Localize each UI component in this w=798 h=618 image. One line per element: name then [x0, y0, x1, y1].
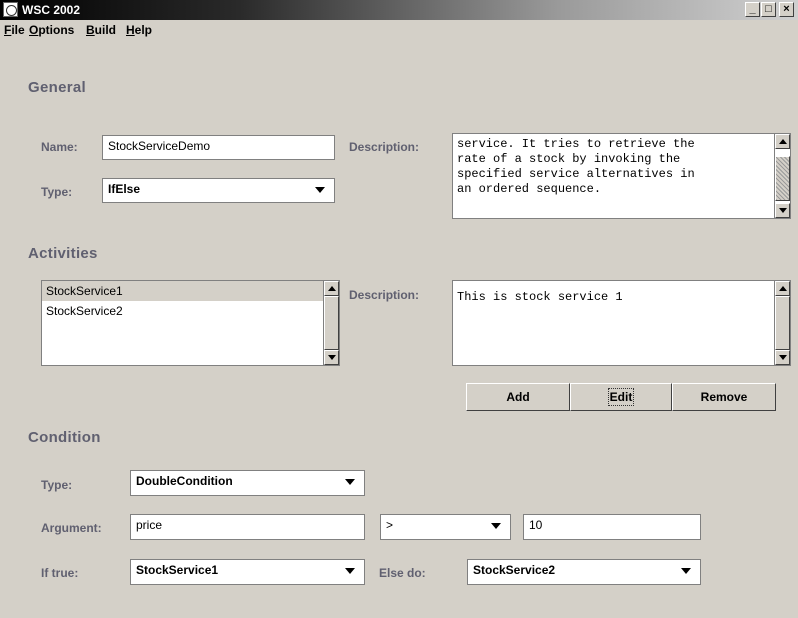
- remove-button-label: Remove: [700, 390, 748, 404]
- else-do-value: StockService2: [473, 563, 556, 577]
- menu-options[interactable]: Options: [29, 23, 74, 37]
- scroll-thumb[interactable]: [775, 296, 790, 350]
- scroll-down-icon[interactable]: [324, 350, 339, 365]
- vertical-scrollbar[interactable]: [774, 134, 790, 218]
- vertical-scrollbar[interactable]: [774, 281, 790, 365]
- type-label: Type:: [41, 185, 73, 199]
- type-combo[interactable]: IfElse: [102, 178, 335, 203]
- menu-file[interactable]: File: [4, 23, 25, 37]
- description-line: rate of a stock by invoking the: [457, 152, 681, 166]
- condition-type-value: DoubleCondition: [136, 474, 233, 488]
- maximize-icon[interactable]: □: [761, 2, 776, 17]
- chevron-down-icon: [681, 568, 691, 574]
- scroll-down-icon[interactable]: [775, 203, 790, 218]
- window-title: WSC 2002: [22, 3, 81, 17]
- operator-combo[interactable]: >: [380, 514, 511, 540]
- if-true-label: If true:: [41, 566, 79, 580]
- scroll-down-icon[interactable]: [775, 350, 790, 365]
- list-item[interactable]: StockService2: [42, 301, 339, 321]
- chevron-down-icon: [345, 568, 355, 574]
- else-do-combo[interactable]: StockService2: [467, 559, 701, 585]
- title-bar[interactable]: WSC 2002 _ □ ×: [0, 0, 798, 20]
- operator-value: >: [386, 518, 394, 532]
- menu-bar: File Options Build Help: [0, 20, 798, 40]
- add-button-label: Add: [506, 390, 530, 404]
- java-cup-icon: [3, 2, 18, 17]
- general-heading: General: [28, 79, 86, 96]
- scroll-thumb[interactable]: [775, 156, 790, 201]
- list-item[interactable]: StockService1: [42, 281, 339, 301]
- chevron-down-icon: [491, 523, 501, 529]
- compare-value-field[interactable]: 10: [523, 514, 701, 540]
- condition-heading: Condition: [28, 429, 101, 446]
- else-do-label: Else do:: [379, 566, 426, 580]
- activities-list[interactable]: StockService1 StockService2: [41, 280, 340, 366]
- close-icon[interactable]: ×: [779, 2, 794, 17]
- vertical-scrollbar[interactable]: [323, 281, 339, 365]
- argument-label: Argument:: [41, 521, 102, 535]
- description-line: an ordered sequence.: [457, 182, 602, 196]
- edit-button[interactable]: Edit: [570, 383, 672, 411]
- activity-description-label: Description:: [349, 288, 420, 302]
- name-label: Name:: [41, 140, 78, 154]
- name-field[interactable]: StockServiceDemo: [102, 135, 335, 160]
- chevron-down-icon: [345, 479, 355, 485]
- description-line: specified service alternatives in: [457, 167, 695, 181]
- menu-build[interactable]: Build: [86, 23, 116, 37]
- activity-description-textarea[interactable]: This is stock service 1: [452, 280, 791, 366]
- remove-button[interactable]: Remove: [672, 383, 776, 411]
- menu-help[interactable]: Help: [126, 23, 152, 37]
- general-description-textarea[interactable]: service. It tries to retrieve the rate o…: [452, 133, 791, 219]
- scroll-up-icon[interactable]: [775, 281, 790, 296]
- activities-heading: Activities: [28, 245, 98, 262]
- if-true-combo[interactable]: StockService1: [130, 559, 365, 585]
- condition-type-label: Type:: [41, 478, 73, 492]
- app-window: WSC 2002 _ □ × File Options Build Help G…: [0, 0, 798, 618]
- edit-button-label: Edit: [607, 388, 635, 406]
- condition-type-combo[interactable]: DoubleCondition: [130, 470, 365, 496]
- general-description-label: Description:: [349, 140, 420, 154]
- description-line: service. It tries to retrieve the: [457, 137, 695, 151]
- scroll-up-icon[interactable]: [775, 134, 790, 149]
- minimize-icon[interactable]: _: [745, 2, 760, 17]
- if-true-value: StockService1: [136, 563, 219, 577]
- add-button[interactable]: Add: [466, 383, 570, 411]
- description-line: This is stock service 1: [457, 290, 623, 304]
- argument-field[interactable]: price: [130, 514, 365, 540]
- scroll-up-icon[interactable]: [324, 281, 339, 296]
- type-combo-value: IfElse: [108, 182, 141, 196]
- scroll-thumb[interactable]: [324, 296, 339, 350]
- chevron-down-icon: [315, 187, 325, 193]
